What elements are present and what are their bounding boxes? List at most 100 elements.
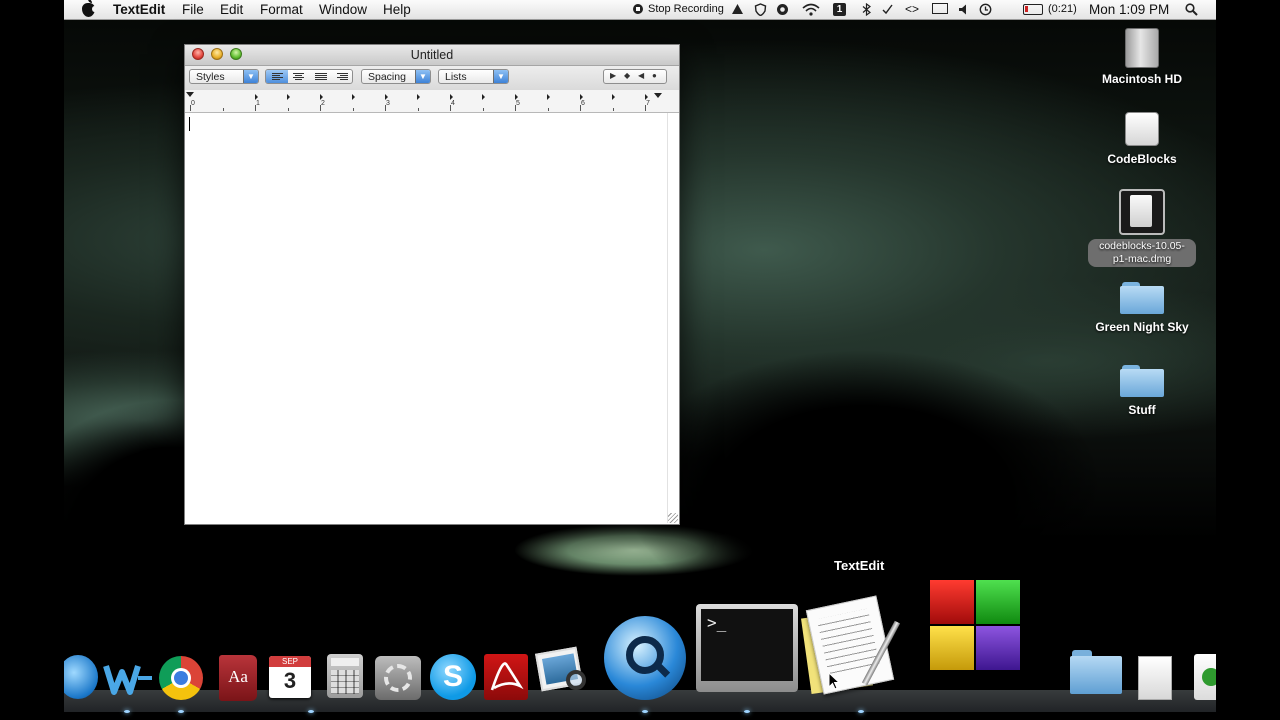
center-tab-icon[interactable]: ◆ [624, 71, 630, 80]
quicktime-icon[interactable] [604, 616, 686, 700]
spacing-popup[interactable]: Spacing ▼ [361, 69, 431, 84]
office-icon[interactable] [930, 580, 1022, 676]
dmg-file-icon [1119, 189, 1165, 235]
tab-stop-marker-icon[interactable] [612, 94, 615, 100]
menu-file[interactable]: File [182, 2, 204, 17]
tab-stop-marker-icon[interactable] [514, 94, 518, 100]
time-machine-icon[interactable] [881, 3, 894, 16]
folder-icon [1120, 365, 1164, 397]
security-icon[interactable] [754, 3, 767, 16]
styles-popup[interactable]: Styles ▼ [189, 69, 259, 84]
ruler-tick [255, 105, 256, 111]
tab-stop-marker-icon[interactable] [417, 94, 420, 100]
tab-stop-marker-icon[interactable] [319, 94, 323, 100]
hard-drive-icon [1125, 28, 1159, 68]
ruler-number: 2 [321, 100, 325, 107]
tab-stop-marker-icon[interactable] [254, 94, 258, 100]
menu-help[interactable]: Help [383, 2, 411, 17]
stop-recording-label[interactable]: Stop Recording [648, 3, 724, 15]
skype-icon[interactable]: S [430, 654, 476, 700]
spotlight-search-icon[interactable] [1185, 3, 1198, 16]
downloads-folder-icon[interactable] [1068, 650, 1124, 696]
tab-stop-marker-icon[interactable] [352, 94, 355, 100]
menubar-clock[interactable]: Mon 1:09 PM [1089, 2, 1169, 17]
terminal-icon[interactable]: >_ [696, 604, 798, 692]
align-right-button[interactable] [332, 70, 352, 83]
drive-sync-icon[interactable] [731, 3, 744, 16]
align-justify-button[interactable] [310, 70, 332, 83]
tab-stop-marker-icon[interactable] [384, 94, 388, 100]
right-margin-marker-icon[interactable] [654, 93, 662, 98]
align-left-button[interactable] [266, 70, 288, 83]
chrome-icon[interactable] [159, 656, 203, 700]
dictionary-icon[interactable]: Aa [219, 655, 257, 701]
desktop-icon-green-night-sky[interactable]: Green Night Sky [1082, 282, 1202, 334]
document-text-area[interactable] [185, 113, 667, 523]
tab-stop-marker-icon[interactable] [644, 94, 648, 100]
sync-icon[interactable] [776, 3, 789, 16]
resize-grip-icon[interactable] [668, 513, 678, 523]
lists-label: Lists [445, 71, 467, 83]
spacing-label: Spacing [368, 71, 406, 83]
first-indent-marker-icon[interactable] [186, 92, 194, 97]
menu-edit[interactable]: Edit [220, 2, 243, 17]
ruler-number: 7 [646, 100, 650, 107]
battery-icon[interactable] [1023, 4, 1043, 15]
document-stack-icon[interactable] [1138, 656, 1172, 700]
running-indicator [642, 710, 648, 713]
bluetooth-icon[interactable] [862, 3, 871, 16]
align-center-button[interactable] [288, 70, 310, 83]
tab-stop-marker-icon[interactable] [579, 94, 583, 100]
preview-icon[interactable] [535, 646, 588, 698]
clock-icon[interactable] [979, 3, 992, 16]
decimal-tab-icon[interactable]: ● [652, 71, 657, 80]
wifi-icon[interactable] [802, 3, 820, 16]
desktop-icon-codeblocks-dmg[interactable]: codeblocks-10.05-p1-mac.dmg [1082, 189, 1202, 267]
tab-stop-marker-icon[interactable] [482, 94, 485, 100]
tab-stop-marker-icon[interactable] [547, 94, 550, 100]
utorrent-icon[interactable] [1194, 654, 1216, 700]
running-indicator [744, 710, 750, 713]
vertical-scrollbar[interactable] [667, 113, 679, 523]
system-preferences-icon[interactable] [375, 656, 421, 700]
calculator-icon[interactable] [327, 654, 363, 698]
desktop-icon-codeblocks[interactable]: CodeBlocks [1082, 112, 1202, 166]
one-password-icon[interactable]: 1 [833, 3, 846, 16]
desktop-icon-label: codeblocks-10.05-p1-mac.dmg [1088, 239, 1196, 267]
left-tab-icon[interactable]: ▶ [610, 71, 616, 80]
apple-menu-icon[interactable] [82, 0, 97, 17]
window-titlebar[interactable]: Untitled [185, 45, 679, 66]
desktop-icon-stuff[interactable]: Stuff [1082, 365, 1202, 417]
menu-format[interactable]: Format [260, 2, 303, 17]
desktop-icon-macintosh-hd[interactable]: Macintosh HD [1082, 28, 1202, 86]
record-stop-icon[interactable] [633, 4, 643, 14]
ruler-tick [547, 108, 549, 111]
ruler-tick [612, 108, 614, 111]
word-icon[interactable] [102, 660, 154, 698]
acrobat-icon[interactable] [484, 654, 528, 700]
lists-popup[interactable]: Lists ▼ [438, 69, 509, 84]
code-brackets-icon[interactable]: <> [905, 2, 919, 16]
ruler-tick [645, 105, 646, 111]
running-indicator [308, 710, 314, 713]
ruler-tick [450, 105, 451, 111]
volume-icon[interactable] [957, 3, 970, 16]
tab-stop-marker-icon[interactable] [287, 94, 290, 100]
menu-window[interactable]: Window [319, 2, 367, 17]
battery-time[interactable]: (0:21) [1048, 3, 1077, 15]
folder-icon [1120, 282, 1164, 314]
ruler-number: 5 [516, 100, 520, 107]
ruler-tick [417, 108, 419, 111]
alignment-control [265, 69, 353, 84]
display-mirroring-icon[interactable] [932, 3, 948, 14]
app-menu[interactable]: TextEdit [113, 2, 165, 17]
right-tab-icon[interactable]: ◀ [638, 71, 644, 80]
tab-stop-marker-icon[interactable] [449, 94, 453, 100]
calendar-day: 3 [283, 668, 297, 693]
textedit-icon[interactable] [801, 592, 914, 700]
ruler-tick [222, 108, 224, 111]
ical-icon[interactable]: SEP 3 [269, 656, 311, 698]
ruler-number: 1 [256, 100, 260, 107]
tab-stops-control: ▶ ◆ ◀ ● [603, 69, 667, 84]
ruler[interactable]: 0 1 2 3 4 5 6 7 [185, 90, 679, 113]
